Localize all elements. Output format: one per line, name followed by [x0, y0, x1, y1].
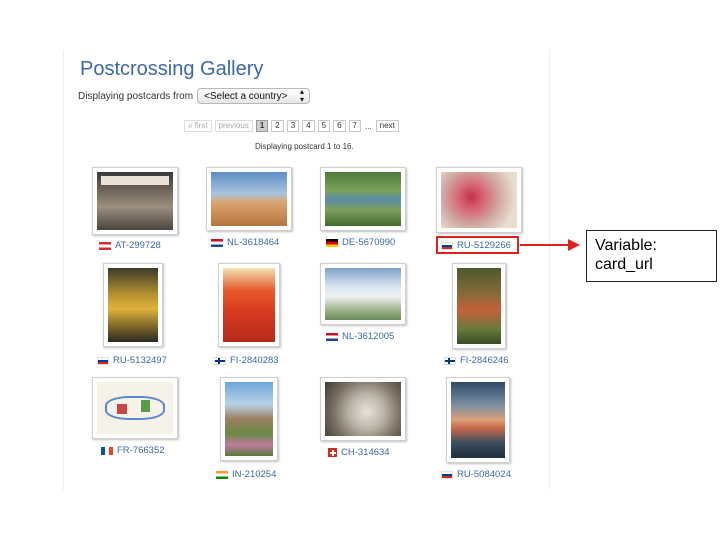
postcard-image	[325, 172, 401, 226]
pagination: « first previous 1 2 3 4 5 6 7 ... next	[184, 120, 399, 132]
arrow-right-icon	[568, 239, 580, 251]
postcard-link[interactable]: FI-2840283	[214, 355, 279, 366]
page-link-6[interactable]: 6	[333, 120, 346, 132]
postcard-id: RU-5132497	[113, 355, 167, 366]
card-url-highlight-box	[436, 236, 519, 254]
russia-flag-icon	[97, 356, 109, 365]
select-arrows-icon: ▴ ▾	[300, 87, 305, 104]
country-select-value: <Select a country>	[204, 90, 288, 102]
first-page-link[interactable]: « first	[184, 120, 212, 132]
country-select[interactable]: <Select a country> ▴ ▾	[197, 87, 311, 104]
postcard-image	[325, 268, 401, 320]
postcard-thumbnail[interactable]	[218, 263, 280, 347]
country-filter: Displaying postcards from <Select a coun…	[78, 87, 311, 104]
page-title: Postcrossing Gallery	[80, 58, 264, 80]
postcard-link[interactable]: FR-766352	[101, 445, 165, 456]
postcard-link[interactable]: CH-314634	[328, 447, 390, 458]
filter-label: Displaying postcards from	[78, 90, 194, 102]
postcard-link[interactable]: RU-5084024	[441, 469, 511, 480]
postcard-thumbnail[interactable]	[320, 377, 406, 441]
postcard-thumbnail[interactable]	[446, 377, 510, 463]
postcard-link[interactable]: FI-2846246	[444, 355, 509, 366]
postcard-image	[108, 268, 158, 342]
postcard-thumbnail[interactable]	[206, 167, 292, 231]
postcard-thumbnail[interactable]	[452, 263, 506, 349]
netherlands-flag-icon	[326, 332, 338, 341]
postcard-image	[441, 172, 517, 228]
postcard-thumbnail[interactable]	[320, 167, 406, 231]
postcard-thumbnail[interactable]	[436, 167, 522, 233]
postcard-image	[97, 382, 173, 434]
postcard-link[interactable]: RU-5132497	[97, 355, 167, 366]
postcard-thumbnail[interactable]	[92, 377, 178, 439]
finland-flag-icon	[214, 356, 226, 365]
page-link-1[interactable]: 1	[255, 120, 269, 132]
postcard-id: FI-2846246	[460, 355, 509, 366]
postcard-id: AT-299728	[115, 240, 161, 251]
postcard-id: CH-314634	[341, 447, 390, 458]
postcard-image	[325, 382, 401, 436]
postcard-link[interactable]: AT-299728	[99, 240, 161, 251]
variable-callout: Variable: card_url	[586, 230, 717, 282]
france-flag-icon	[101, 446, 113, 455]
postcard-image	[225, 382, 273, 456]
previous-page-link[interactable]: previous	[214, 120, 253, 132]
postcard-id: IN-210254	[232, 469, 277, 480]
india-flag-icon	[216, 470, 228, 479]
postcard-image	[223, 268, 275, 342]
switzerland-flag-icon	[328, 448, 337, 457]
postcard-thumbnail[interactable]	[320, 263, 406, 325]
postcard-id: FI-2840283	[230, 355, 279, 366]
postcard-id: FR-766352	[117, 445, 165, 456]
page-link-2[interactable]: 2	[271, 120, 284, 132]
postcard-image	[97, 172, 173, 230]
page-link-4[interactable]: 4	[302, 120, 315, 132]
postcard-thumbnail[interactable]	[92, 167, 178, 235]
russia-flag-icon	[441, 470, 453, 479]
postcard-link[interactable]: IN-210254	[216, 469, 276, 480]
postcard-id: RU-5084024	[457, 469, 511, 480]
postcard-id: NL-3618464	[227, 237, 280, 248]
postcard-id: NL-3612005	[342, 331, 395, 342]
postcard-link[interactable]: DE-5670990	[326, 237, 395, 248]
postcard-image	[211, 172, 287, 226]
finland-flag-icon	[444, 356, 456, 365]
page-link-3[interactable]: 3	[286, 120, 300, 132]
annotation-arrow-line	[520, 244, 572, 246]
page-link-7[interactable]: 7	[348, 120, 361, 132]
range-text: Displaying postcard 1 to 16.	[255, 142, 354, 151]
page-link-5[interactable]: 5	[317, 120, 331, 132]
next-page-link[interactable]: next	[375, 120, 399, 132]
postcard-thumbnail[interactable]	[220, 377, 278, 461]
postcard-image	[451, 382, 505, 458]
postcard-link[interactable]: NL-3612005	[326, 331, 394, 342]
netherlands-flag-icon	[211, 238, 223, 247]
postcard-image	[457, 268, 501, 344]
pagination-ellipsis: ...	[364, 121, 372, 131]
postcard-id: DE-5670990	[342, 237, 396, 248]
callout-line-1: Variable:	[595, 237, 657, 254]
postcard-link[interactable]: NL-3618464	[211, 237, 279, 248]
austria-flag-icon	[99, 241, 111, 250]
germany-flag-icon	[326, 238, 338, 247]
postcard-thumbnail[interactable]	[103, 263, 163, 347]
callout-line-2: card_url	[595, 256, 653, 273]
